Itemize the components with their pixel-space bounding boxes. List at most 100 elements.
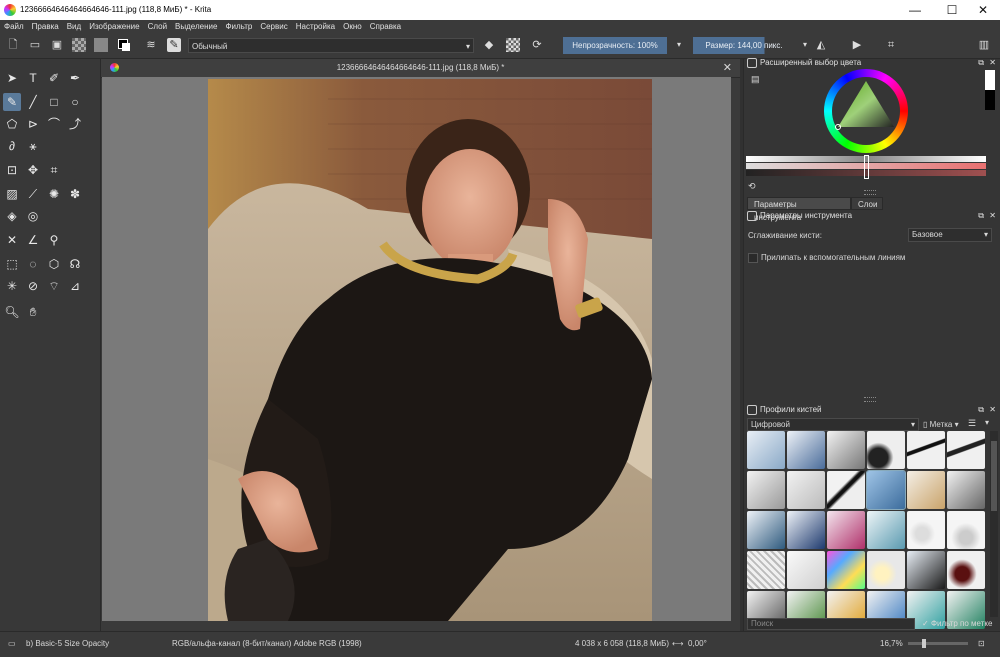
calligraphy-icon[interactable]: ✒ (66, 69, 84, 87)
pattern-swatch[interactable] (94, 38, 108, 52)
similar-select-icon[interactable]: ⊘ (24, 277, 42, 295)
maximize-button[interactable]: ☐ (937, 0, 967, 20)
fullscreen-icon[interactable]: ⊡ (978, 639, 985, 648)
brush-preset[interactable] (867, 511, 905, 549)
magnetic-select-icon[interactable]: ⊿ (66, 277, 84, 295)
fg-bg-color-icon[interactable] (116, 38, 130, 52)
brush-preset[interactable] (827, 511, 865, 549)
menu-filter[interactable]: Фильтр (221, 20, 256, 34)
bezier-tool-icon[interactable]: ⌒ (45, 115, 63, 133)
crop-tool-icon[interactable]: ⌗ (45, 161, 63, 179)
brush-preset[interactable] (787, 551, 825, 589)
menu-layer[interactable]: Слой (144, 20, 171, 34)
float-docker-icon[interactable]: ⧉ (978, 57, 984, 69)
brush-preset[interactable] (787, 471, 825, 509)
ellipse-tool-icon[interactable]: ○ (66, 93, 84, 111)
color-settings-icon[interactable]: ▤ (751, 74, 761, 84)
brush-preset[interactable] (947, 511, 985, 549)
refresh-icon[interactable]: ⟲ (748, 181, 756, 192)
brush-preset[interactable] (787, 511, 825, 549)
move-tool-icon[interactable]: ✥ (24, 161, 42, 179)
brush-preset[interactable] (947, 431, 985, 469)
new-document-icon[interactable]: 🗋 (6, 38, 20, 52)
float-docker-icon[interactable]: ⧉ (978, 210, 984, 222)
polyline-tool-icon[interactable]: ⊳ (24, 115, 42, 133)
brush-preset[interactable] (747, 431, 785, 469)
color-picker-icon[interactable]: ⟋ (24, 185, 42, 203)
brush-preset[interactable] (827, 551, 865, 589)
brush-preset[interactable] (867, 551, 905, 589)
close-document-icon[interactable]: ✕ (723, 61, 732, 74)
transform-tool-icon[interactable]: ⊡ (3, 161, 21, 179)
menu-file[interactable]: Файл (0, 20, 28, 34)
mirror-vertical-icon[interactable]: ▶ (850, 38, 864, 52)
pan-tool-icon[interactable]: ✋︎ (24, 303, 42, 321)
snap-checkbox[interactable] (748, 253, 758, 263)
brush-preset-icon[interactable]: ✎ (167, 38, 181, 52)
gradient-swatch[interactable] (72, 38, 86, 52)
brush-preset[interactable] (907, 551, 945, 589)
brush-preset[interactable] (827, 471, 865, 509)
tag-button[interactable]: ▯ Метка ▾ (923, 418, 959, 431)
menu-help[interactable]: Справка (366, 20, 405, 34)
presets-menu-icon[interactable]: ☰ (968, 418, 976, 429)
ellipse-select-icon[interactable]: ◌ (24, 255, 42, 273)
brush-search-input[interactable]: Поиск (747, 618, 915, 630)
brush-grid-scrollbar[interactable] (990, 431, 998, 617)
close-docker-icon[interactable]: ✕ (989, 404, 996, 416)
enclose-fill-icon[interactable]: ◎ (24, 207, 42, 225)
float-docker-icon[interactable]: ⧉ (978, 404, 984, 416)
brush-settings-icon[interactable]: ≋ (144, 38, 158, 52)
brush-preset[interactable] (747, 471, 785, 509)
color-triangle[interactable] (824, 69, 908, 153)
status-zoom[interactable]: 16,7% (880, 639, 903, 648)
color-wheel[interactable] (824, 69, 908, 153)
minimize-button[interactable]: — (900, 0, 930, 20)
text-tool-icon[interactable]: T (24, 69, 42, 87)
rectangle-tool-icon[interactable]: □ (45, 93, 63, 111)
brush-preset[interactable] (787, 431, 825, 469)
menu-image[interactable]: Изображение (85, 20, 143, 34)
close-docker-icon[interactable]: ✕ (989, 57, 996, 69)
dynamic-brush-icon[interactable]: ∂ (3, 137, 21, 155)
splitter-handle[interactable] (864, 397, 876, 402)
smoothing-select[interactable]: Базовое ▾ (908, 228, 992, 242)
open-document-icon[interactable]: ▭ (28, 38, 42, 52)
opacity-slider[interactable]: Непрозрачность: 100% (563, 37, 667, 54)
splitter-handle[interactable] (864, 190, 876, 195)
preserve-alpha-icon[interactable] (506, 38, 520, 52)
edit-shapes-icon[interactable]: ✐ (45, 69, 63, 87)
brush-preset[interactable] (867, 431, 905, 469)
eraser-icon[interactable]: ◆ (482, 38, 496, 52)
presets-options-icon[interactable]: ▾ (985, 418, 989, 427)
size-slider[interactable]: Размер: 144,00 пикс. (693, 37, 795, 54)
smart-patch-icon[interactable]: ✽ (66, 185, 84, 203)
menu-tools[interactable]: Сервис (256, 20, 291, 34)
document-tab[interactable]: 12366664646464664646-111.jpg (118,8 МиБ)… (101, 59, 740, 78)
brush-preset[interactable] (747, 511, 785, 549)
brush-preset[interactable] (827, 431, 865, 469)
size-menu-icon[interactable]: ▾ (798, 38, 812, 52)
measure-tool-icon[interactable]: ∠ (24, 231, 42, 249)
brush-preset[interactable] (907, 471, 945, 509)
close-window-button[interactable]: ✕ (968, 0, 998, 20)
freehand-path-icon[interactable]: ⤴ (66, 115, 84, 133)
lock-icon[interactable] (747, 210, 757, 221)
canvas-image[interactable] (208, 79, 652, 621)
select-shapes-icon[interactable]: ➤ (3, 69, 21, 87)
brush-preset[interactable] (907, 511, 945, 549)
polygon-tool-icon[interactable]: ⬠ (3, 115, 21, 133)
menu-settings[interactable]: Настройка (292, 20, 339, 34)
zoom-slider[interactable] (908, 639, 968, 648)
multibrush-icon[interactable]: ⚹ (24, 137, 42, 155)
fill-tool-icon[interactable]: ◈ (3, 207, 21, 225)
brush-preset[interactable] (947, 471, 985, 509)
freehand-brush-icon[interactable]: ✎ (3, 93, 21, 111)
wrap-around-icon[interactable]: ⌗ (884, 38, 898, 52)
filter-by-tag-checkbox[interactable]: ✓ Фильтр по метке (922, 618, 992, 630)
zoom-tool-icon[interactable]: 🔍︎ (3, 303, 21, 321)
reference-tool-icon[interactable]: ⚲ (45, 231, 63, 249)
bezier-select-icon[interactable]: ⌔ (45, 277, 63, 295)
brush-preset[interactable] (747, 551, 785, 589)
color-history[interactable] (985, 70, 995, 110)
